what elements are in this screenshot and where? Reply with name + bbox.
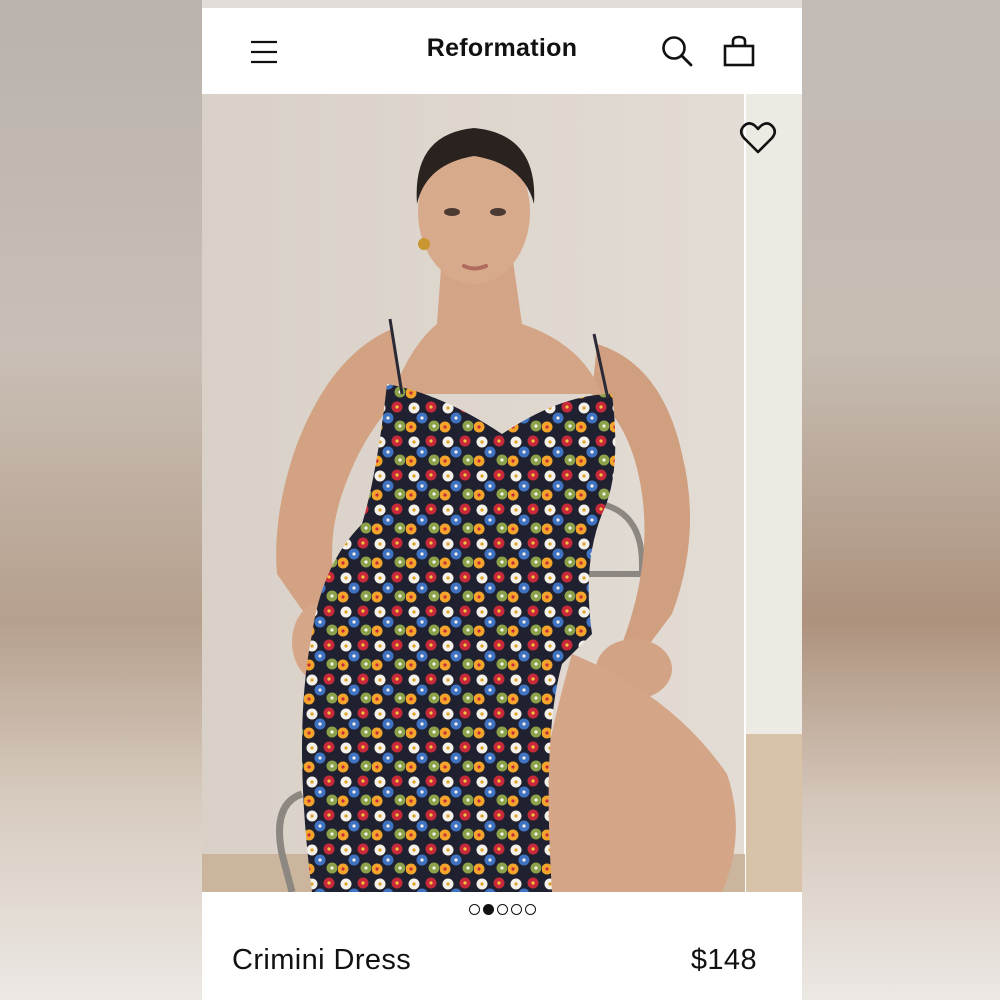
carousel-dot-2[interactable] [482, 904, 494, 915]
shopping-bag-icon[interactable] [722, 34, 756, 68]
search-icon[interactable] [660, 34, 694, 68]
heart-icon[interactable] [738, 118, 778, 158]
product-photo [202, 94, 802, 892]
carousel-dot-5[interactable] [524, 904, 536, 915]
carousel-dot-3[interactable] [496, 904, 508, 915]
product-name[interactable]: Crimini Dress [232, 944, 411, 977]
product-price: $148 [690, 944, 757, 976]
carousel-pagination [202, 904, 802, 920]
status-strip [202, 0, 802, 8]
menu-icon[interactable] [250, 38, 278, 66]
carousel-dot-4[interactable] [510, 904, 522, 915]
top-navigation-bar: Reformation [202, 8, 802, 94]
app-screen: Reformation Crimini Dress $148 [202, 0, 802, 1000]
background-blur-left [0, 0, 202, 1000]
carousel-dot-1[interactable] [468, 904, 480, 915]
product-image-carousel[interactable] [202, 94, 802, 892]
background-blur-right [802, 0, 1000, 1000]
brand-logo[interactable]: Reformation [202, 34, 802, 63]
